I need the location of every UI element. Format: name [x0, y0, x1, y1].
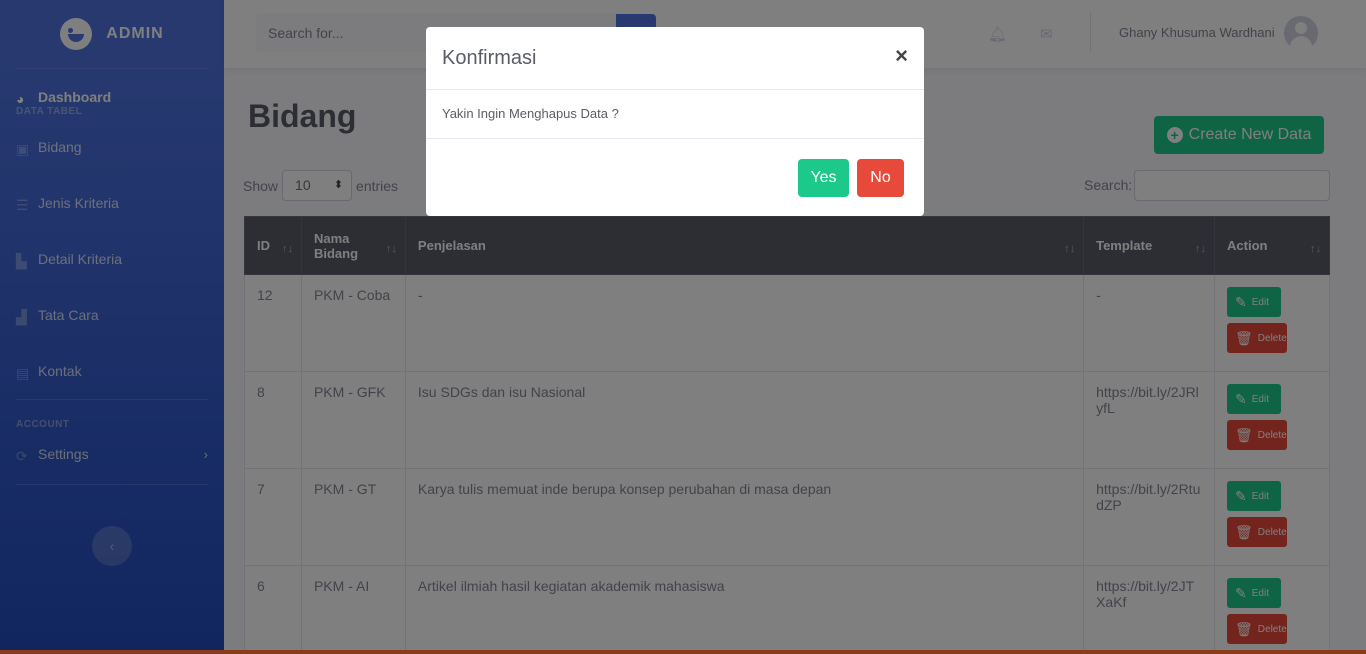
no-button[interactable]: No — [857, 158, 904, 197]
confirm-modal: Konfirmasi × Yakin Ingin Menghapus Data … — [426, 27, 924, 216]
modal-header: Konfirmasi — [426, 27, 924, 90]
bottom-edge — [0, 650, 1366, 654]
yes-button[interactable]: Yes — [798, 158, 849, 197]
modal-message: Yakin Ingin Menghapus Data ? — [426, 90, 924, 139]
modal-title: Konfirmasi — [442, 46, 537, 69]
modal-footer: Yes No — [426, 139, 924, 216]
close-icon[interactable]: × — [895, 43, 908, 69]
